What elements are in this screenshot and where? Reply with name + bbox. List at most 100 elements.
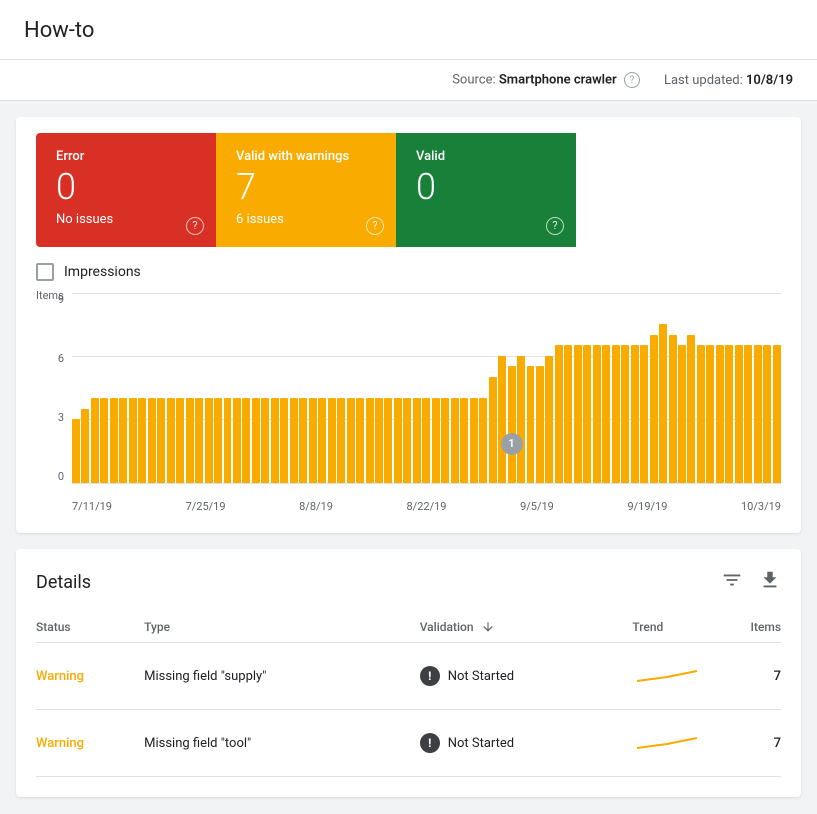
- chart-bar: [508, 366, 516, 482]
- warning-help-icon[interactable]: ?: [366, 217, 384, 235]
- y-label-3: 3: [36, 411, 68, 424]
- chart-bar: [148, 398, 156, 482]
- chart-bar: [555, 345, 563, 482]
- chart-bar: [773, 345, 781, 482]
- chart-bar: [72, 419, 80, 482]
- chart-bar: [621, 345, 629, 482]
- x-label-6: 10/3/19: [741, 500, 781, 513]
- table-row: Warning Missing field "supply" ! Not Sta…: [36, 643, 781, 710]
- impressions-checkbox[interactable]: [36, 263, 54, 281]
- th-validation[interactable]: Validation: [420, 612, 633, 643]
- last-updated: Last updated: 10/8/19: [664, 73, 793, 88]
- page-container: How-to Source: Smartphone crawler ? Last…: [0, 0, 817, 814]
- chart-header: Impressions: [36, 263, 781, 281]
- y-label-0: 0: [36, 470, 68, 483]
- chart-bar: [186, 398, 194, 482]
- warning-label: Valid with warnings: [236, 149, 376, 164]
- annotation-badge[interactable]: 1: [501, 433, 523, 455]
- chart-bar: [527, 366, 535, 482]
- source-value: Smartphone crawler: [499, 72, 617, 87]
- chart-bar: [451, 398, 459, 482]
- chart-bar: [167, 398, 175, 482]
- status-warning-0: Warning: [36, 669, 84, 684]
- td-validation-0: ! Not Started: [420, 643, 633, 710]
- td-trend-1: [632, 710, 712, 777]
- table-header-row: Status Type Validation Trend: [36, 612, 781, 643]
- chart-bar: [100, 398, 108, 482]
- status-cards: Error 0 No issues ? Valid with warnings …: [36, 133, 596, 247]
- filter-icon[interactable]: [721, 569, 743, 596]
- chart-bar: [640, 345, 648, 482]
- chart-card: Error 0 No issues ? Valid with warnings …: [16, 117, 801, 533]
- chart-bar: [687, 335, 695, 483]
- chart-bar: [583, 345, 591, 482]
- chart-bar: [631, 345, 639, 482]
- chart-bar: [470, 398, 478, 482]
- chart-bar: [195, 398, 203, 482]
- chart-bar: [261, 398, 269, 482]
- trend-svg-1: [632, 726, 702, 756]
- chart-bar: [224, 398, 232, 482]
- validation-text-1: Not Started: [448, 736, 514, 751]
- chart-bar: [678, 345, 686, 482]
- source-label: Source: Smartphone crawler ?: [452, 72, 640, 88]
- chart-bar: [545, 356, 553, 483]
- chart-bar: [716, 345, 724, 482]
- error-help-icon[interactable]: ?: [186, 217, 204, 235]
- download-icon[interactable]: [759, 569, 781, 596]
- chart-bar: [432, 398, 440, 482]
- chart-bar: [593, 345, 601, 482]
- chart-bar: [498, 356, 506, 483]
- chart-bar: [176, 398, 184, 482]
- td-items-0: 7: [712, 643, 781, 710]
- chart-bar: [744, 345, 752, 482]
- chart-bar: [422, 398, 430, 482]
- chart-bar: [441, 398, 449, 482]
- td-status-0: Warning: [36, 643, 144, 710]
- page-header: How-to: [0, 0, 817, 60]
- impressions-label[interactable]: Impressions: [64, 264, 141, 280]
- chart-bar: [129, 398, 137, 482]
- x-label-3: 8/22/19: [407, 500, 447, 513]
- chart-bar: [91, 398, 99, 482]
- last-updated-value: 10/8/19: [746, 73, 793, 88]
- valid-number: 0: [416, 168, 556, 208]
- x-label-1: 7/25/19: [186, 500, 226, 513]
- valid-help-icon[interactable]: ?: [546, 217, 564, 235]
- table-row: Warning Missing field "tool" ! Not Start…: [36, 710, 781, 777]
- chart-bar: [157, 398, 165, 482]
- details-table: Status Type Validation Trend: [36, 612, 781, 778]
- warning-issues: 6 issues: [236, 212, 376, 227]
- chart-bar: [233, 398, 241, 482]
- chart-bar: [725, 345, 733, 482]
- chart-bar: [356, 398, 364, 482]
- y-axis-labels: 9 6 3 0: [36, 293, 68, 483]
- chart-bar: [252, 398, 260, 482]
- chart-bar: [299, 398, 307, 482]
- chart-area: Items 9 6 3 0: [36, 293, 781, 513]
- chart-bar: [318, 398, 326, 482]
- validation-icon-1: !: [420, 733, 440, 753]
- validation-cell-1: ! Not Started: [420, 733, 633, 753]
- chart-bar: [271, 398, 279, 482]
- chart-inner: 1: [72, 293, 781, 483]
- x-axis-labels: 7/11/19 7/25/19 8/8/19 8/22/19 9/5/19 9/…: [72, 500, 781, 513]
- chart-bar: [763, 345, 771, 482]
- details-title: Details: [36, 572, 91, 593]
- error-label: Error: [56, 149, 196, 164]
- source-help-icon[interactable]: ?: [624, 72, 640, 88]
- details-card: Details Status: [16, 549, 801, 798]
- chart-bar: [384, 398, 392, 482]
- chart-bar: [602, 345, 610, 482]
- type-value-1: Missing field "tool": [144, 736, 251, 751]
- grid-line-bottom: [72, 483, 781, 484]
- chart-bar: [394, 398, 402, 482]
- chart-bar: [309, 398, 317, 482]
- x-label-2: 8/8/19: [299, 500, 333, 513]
- chart-bar: [205, 398, 213, 482]
- error-issues: No issues: [56, 212, 196, 227]
- type-value-0: Missing field "supply": [144, 669, 266, 684]
- status-card-warning: Valid with warnings 7 6 issues ?: [216, 133, 396, 247]
- chart-bar: [479, 398, 487, 482]
- error-number: 0: [56, 168, 196, 208]
